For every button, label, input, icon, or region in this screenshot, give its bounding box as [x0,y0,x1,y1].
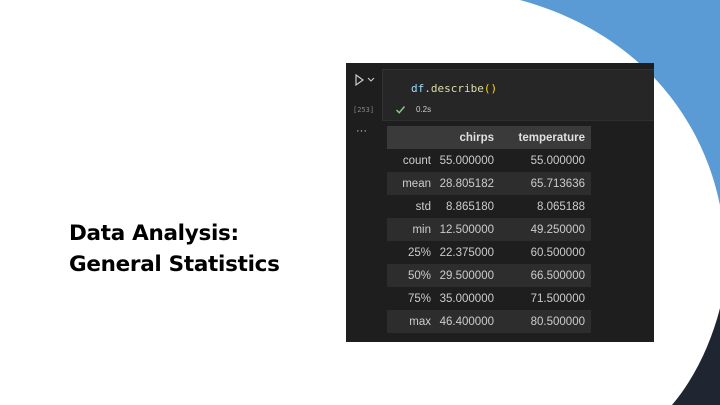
table-row: 75% 35.000000 71.500000 [387,287,591,310]
row-index: 25% [407,246,431,259]
row-index: min [412,223,431,236]
code-method: describe [430,82,484,95]
cell-temperature: 55.000000 [530,154,585,167]
slide-title-line-2: General Statistics [69,252,280,277]
table-row: std 8.865180 8.065188 [387,195,591,218]
table-row: max 46.400000 80.500000 [387,310,591,333]
cell-chirps: 8.865180 [446,200,494,213]
code-dot: . [424,82,431,95]
row-index: mean [402,177,431,190]
header-index [387,126,436,149]
table-row: 50% 29.500000 66.500000 [387,264,591,287]
play-icon[interactable] [354,73,376,87]
chevron-down-icon [367,77,375,82]
cell-chirps: 55.000000 [439,154,494,167]
table-row: mean 28.805182 65.713636 [387,172,591,195]
cell-chirps: 46.400000 [439,315,494,328]
cell-temperature: 8.065188 [537,200,585,213]
header-chirps: chirps [459,131,494,144]
cell-temperature: 65.713636 [530,177,585,190]
table-header-row: chirps temperature [387,126,591,149]
row-index: max [409,315,431,328]
cell-chirps: 12.500000 [439,223,494,236]
row-index: count [402,154,431,167]
cell-divider [382,120,654,121]
cell-chirps: 22.375000 [439,246,494,259]
table-row: 25% 22.375000 60.500000 [387,241,591,264]
describe-output-table: chirps temperature count 55.000000 55.00… [387,126,591,333]
more-actions-icon[interactable]: ··· [356,125,367,137]
notebook-screenshot: df.describe() [253] 0.2s ··· chirps temp… [346,63,654,342]
cell-chirps: 29.500000 [439,269,494,282]
code-line[interactable]: df.describe() [411,82,497,95]
row-index: std [415,200,431,213]
execution-count: [253] [353,106,375,114]
cell-temperature: 71.500000 [530,292,585,305]
slide-title-line-1: Data Analysis: [69,221,239,246]
row-index: 50% [407,269,431,282]
cell-temperature: 66.500000 [530,269,585,282]
code-parens: () [483,82,498,95]
execution-time: 0.2s [416,105,432,114]
table-row: min 12.500000 49.250000 [387,218,591,241]
cell-chirps: 28.805182 [439,177,494,190]
cell-temperature: 80.500000 [530,315,585,328]
row-index: 75% [407,292,431,305]
slide-title: Data Analysis: General Statistics [69,218,280,280]
code-variable: df [411,82,425,95]
check-icon [396,106,406,114]
cell-chirps: 35.000000 [439,292,494,305]
header-temperature: temperature [518,131,585,144]
cell-temperature: 49.250000 [530,223,585,236]
cell-temperature: 60.500000 [530,246,585,259]
table-row: count 55.000000 55.000000 [387,149,591,172]
